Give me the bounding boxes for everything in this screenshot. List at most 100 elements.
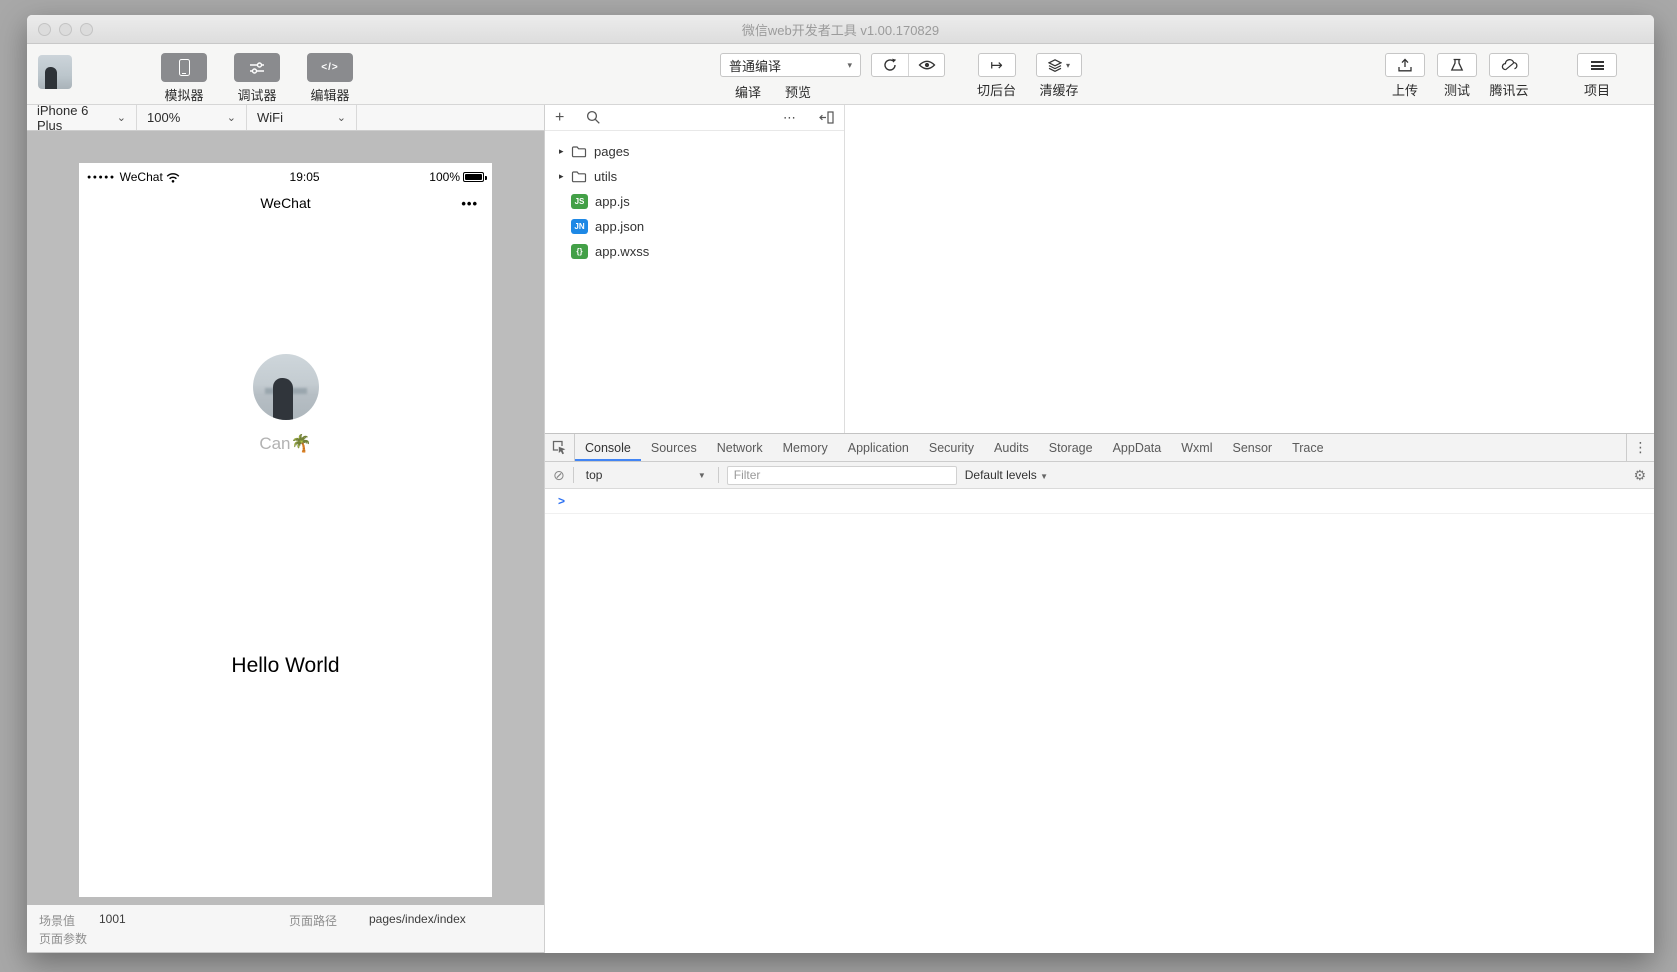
inspect-cursor-icon: [552, 440, 567, 455]
chevron-down-icon: ▾: [1066, 61, 1070, 70]
cloud-icon: [1501, 59, 1518, 71]
tab-trace[interactable]: Trace: [1282, 434, 1334, 461]
tab-sources[interactable]: Sources: [641, 434, 707, 461]
miniprogram-menu-dots[interactable]: •••: [461, 196, 478, 211]
tree-file-appwxss[interactable]: {} app.wxss: [545, 239, 844, 264]
upload-button[interactable]: [1385, 53, 1425, 77]
log-levels-select[interactable]: Default levels ▼: [965, 468, 1048, 482]
console-prompt-row[interactable]: >: [545, 489, 1654, 514]
dropdown-caret-icon: ▼: [698, 471, 706, 480]
tree-file-appjs[interactable]: JS app.js: [545, 189, 844, 214]
tab-sensor[interactable]: Sensor: [1222, 434, 1282, 461]
simulator-body: ●●●●● WeChat 19:05 100%: [27, 131, 544, 905]
tree-item-label: utils: [594, 169, 617, 184]
switch-background-label: 切后台: [977, 80, 1016, 99]
zoom-select[interactable]: 100% ⌄: [137, 105, 247, 130]
close-window-button[interactable]: [38, 23, 51, 36]
more-options-icon[interactable]: ⋯: [783, 110, 797, 126]
simulator-toggle-label: 模拟器: [164, 85, 203, 104]
network-select-value: WiFi: [257, 110, 283, 125]
simulator-toggle[interactable]: 模拟器: [155, 53, 213, 104]
tree-folder-pages[interactable]: ▸ pages: [545, 139, 844, 164]
phone-screen[interactable]: ●●●●● WeChat 19:05 100%: [79, 163, 492, 897]
tab-audits[interactable]: Audits: [984, 434, 1039, 461]
editor-toggle-button[interactable]: </>: [307, 53, 353, 82]
tree-item-label: pages: [594, 144, 629, 159]
device-select[interactable]: iPhone 6 Plus ⌄: [27, 105, 137, 130]
compile-mode-select[interactable]: 普通编译 ▾: [720, 53, 861, 77]
wifi-icon: [166, 172, 180, 183]
folder-icon: [571, 145, 587, 158]
tab-wxml[interactable]: Wxml: [1171, 434, 1222, 461]
chevron-down-icon: ⌄: [227, 111, 236, 124]
tree-file-appjson[interactable]: JN app.json: [545, 214, 844, 239]
compile-button[interactable]: [872, 54, 908, 76]
file-explorer: + ⋯: [545, 105, 845, 433]
simulator-toggle-button[interactable]: [161, 53, 207, 82]
test-button[interactable]: [1437, 53, 1477, 77]
main-content: iPhone 6 Plus ⌄ 100% ⌄ WiFi ⌄: [27, 105, 1654, 953]
tab-memory[interactable]: Memory: [773, 434, 838, 461]
preview-button[interactable]: [908, 54, 944, 76]
tab-appdata[interactable]: AppData: [1103, 434, 1172, 461]
debugger-toggle-label: 调试器: [237, 85, 276, 104]
collapse-panel-icon[interactable]: [819, 111, 834, 124]
signal-dots: ●●●●●: [87, 174, 116, 181]
add-file-icon[interactable]: +: [555, 110, 564, 126]
editor-toggle[interactable]: </> 编辑器: [301, 53, 359, 104]
debugger-toggle[interactable]: 调试器: [228, 53, 286, 104]
right-column: + ⋯: [545, 105, 1654, 953]
clear-cache-action: ▾ 清缓存: [1036, 53, 1082, 99]
console-settings-icon[interactable]: ⚙: [1633, 467, 1646, 484]
devtools-menu-icon[interactable]: ⋮: [1626, 434, 1654, 461]
network-select[interactable]: WiFi ⌄: [247, 105, 357, 130]
search-icon[interactable]: [586, 110, 601, 125]
tab-network[interactable]: Network: [707, 434, 773, 461]
clear-console-icon[interactable]: ⊘: [553, 468, 565, 482]
menu-bars-icon: [1591, 61, 1604, 70]
compile-preview-labels: 编译 预览: [730, 82, 816, 101]
battery-icon: [463, 172, 484, 182]
project-button[interactable]: [1577, 53, 1617, 77]
console-output[interactable]: >: [545, 489, 1654, 953]
user-avatar[interactable]: [38, 55, 72, 89]
expand-caret-icon[interactable]: ▸: [559, 146, 571, 157]
phone-icon: [179, 59, 190, 76]
execution-context-select[interactable]: top ▼: [582, 468, 710, 482]
folder-icon: [571, 170, 587, 183]
explorer-toolbar: + ⋯: [545, 105, 844, 131]
phone-nav-bar: WeChat •••: [79, 187, 492, 219]
app-window: 微信web开发者工具 v1.00.170829 模拟器: [27, 15, 1654, 953]
tree-folder-utils[interactable]: ▸ utils: [545, 164, 844, 189]
minimize-window-button[interactable]: [59, 23, 72, 36]
tab-console[interactable]: Console: [575, 434, 641, 461]
log-levels-value: Default levels: [965, 468, 1037, 482]
console-prompt-chevron: >: [558, 494, 565, 508]
sliders-icon: [249, 62, 265, 74]
expand-caret-icon[interactable]: ▸: [559, 171, 571, 182]
tab-storage[interactable]: Storage: [1039, 434, 1103, 461]
page-path-value: pages/index/index: [369, 912, 466, 926]
battery-percent: 100%: [429, 170, 460, 184]
tencent-cloud-button[interactable]: [1489, 53, 1529, 77]
clear-cache-button[interactable]: ▾: [1036, 53, 1082, 77]
main-toolbar: 模拟器 调试器 </>: [27, 44, 1654, 105]
page-path-label: 页面路径: [289, 912, 337, 929]
chevron-down-icon: ⌄: [117, 111, 126, 124]
wxss-file-icon: {}: [571, 244, 588, 259]
inspect-element-button[interactable]: [545, 434, 575, 461]
tab-security[interactable]: Security: [919, 434, 984, 461]
console-filter-input[interactable]: [727, 466, 957, 485]
zoom-window-button[interactable]: [80, 23, 93, 36]
simulator-panel: iPhone 6 Plus ⌄ 100% ⌄ WiFi ⌄: [27, 105, 545, 953]
switch-background-button[interactable]: ↦: [978, 53, 1016, 77]
tree-item-label: app.js: [595, 194, 630, 209]
tab-application[interactable]: Application: [838, 434, 919, 461]
user-profile-avatar[interactable]: [253, 354, 319, 420]
scene-label: 场景值: [39, 912, 75, 929]
device-select-value: iPhone 6 Plus: [37, 103, 117, 133]
debugger-toggle-button[interactable]: [234, 53, 280, 82]
project-label: 项目: [1584, 80, 1610, 99]
tree-item-label: app.wxss: [595, 244, 649, 259]
compile-mode-value: 普通编译: [729, 56, 781, 75]
